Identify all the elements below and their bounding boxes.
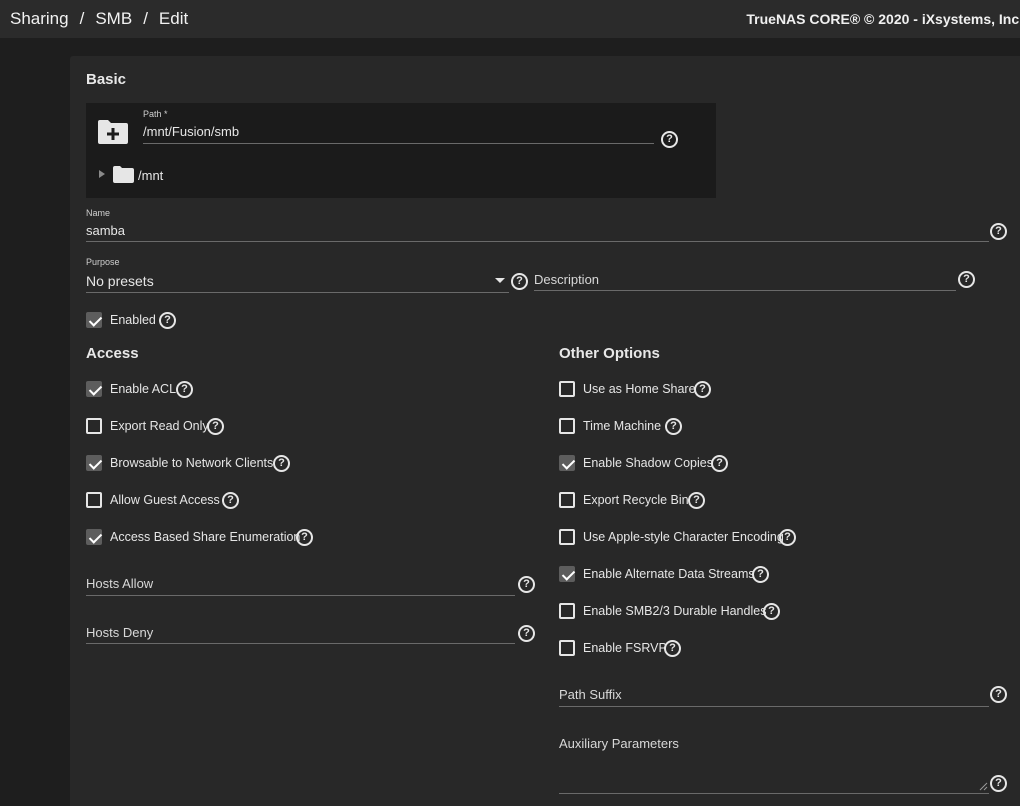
browsable-help-icon[interactable]: ? — [273, 455, 290, 472]
shadow-copies-label[interactable]: Enable Shadow Copies — [583, 456, 713, 470]
alternate-streams-checkbox[interactable] — [559, 566, 575, 582]
shadow-copies-checkbox[interactable] — [559, 455, 575, 471]
time-machine-label[interactable]: Time Machine — [583, 419, 661, 433]
time-machine-checkbox[interactable] — [559, 418, 575, 434]
name-help-icon[interactable]: ? — [990, 223, 1007, 240]
abse-label[interactable]: Access Based Share Enumeration — [110, 530, 300, 544]
browsable-label[interactable]: Browsable to Network Clients — [110, 456, 273, 470]
section-title-other-options: Other Options — [559, 345, 660, 362]
allow-guest-label[interactable]: Allow Guest Access — [110, 493, 220, 507]
path-suffix-input[interactable]: Path Suffix — [559, 687, 622, 702]
hosts-allow-underline — [86, 595, 515, 596]
path-input[interactable]: /mnt/Fusion/smb — [143, 124, 239, 139]
shadow-copies-help-icon[interactable]: ? — [711, 455, 728, 472]
folder-icon — [113, 166, 134, 183]
path-explorer — [86, 103, 716, 198]
apple-encoding-checkbox[interactable] — [559, 529, 575, 545]
hosts-deny-help-icon[interactable]: ? — [518, 625, 535, 642]
tree-node-mnt[interactable]: /mnt — [138, 168, 163, 183]
breadcrumb: Sharing / SMB / Edit — [10, 9, 188, 29]
resize-grip-icon[interactable] — [979, 782, 988, 791]
hosts-deny-input[interactable]: Hosts Deny — [86, 625, 153, 640]
top-bar: Sharing / SMB / Edit TrueNAS CORE® © 2020 - … — [0, 0, 1020, 38]
abse-checkbox[interactable] — [86, 529, 102, 545]
fsrvp-help-icon[interactable]: ? — [664, 640, 681, 657]
export-read-only-checkbox[interactable] — [86, 418, 102, 434]
apple-encoding-help-icon[interactable]: ? — [779, 529, 796, 546]
dropdown-arrow-icon[interactable] — [495, 278, 505, 283]
path-suffix-help-icon[interactable]: ? — [990, 686, 1007, 703]
name-label: Name — [86, 208, 111, 218]
breadcrumb-edit: Edit — [158, 9, 189, 28]
time-machine-help-icon[interactable]: ? — [665, 418, 682, 435]
path-help-icon[interactable]: ? — [661, 131, 678, 148]
folder-add-icon[interactable] — [97, 119, 129, 145]
durable-handles-label[interactable]: Enable SMB2/3 Durable Handles — [583, 604, 766, 618]
name-input[interactable]: samba — [86, 223, 125, 238]
aux-params-help-icon[interactable]: ? — [990, 775, 1007, 792]
hosts-allow-input[interactable]: Hosts Allow — [86, 576, 153, 591]
breadcrumb-separator: / — [79, 9, 85, 28]
hosts-deny-underline — [86, 643, 515, 644]
recycle-bin-checkbox[interactable] — [559, 492, 575, 508]
breadcrumb-smb[interactable]: SMB — [95, 9, 132, 28]
path-suffix-underline — [559, 706, 989, 707]
durable-handles-checkbox[interactable] — [559, 603, 575, 619]
enable-acl-label[interactable]: Enable ACL — [110, 382, 176, 396]
apple-encoding-label[interactable]: Use Apple-style Character Encoding — [583, 530, 784, 544]
breadcrumb-sharing[interactable]: Sharing — [10, 9, 69, 28]
expand-arrow-icon[interactable] — [99, 170, 105, 178]
allow-guest-checkbox[interactable] — [86, 492, 102, 508]
export-read-only-label[interactable]: Export Read Only — [110, 419, 209, 433]
home-share-label[interactable]: Use as Home Share — [583, 382, 696, 396]
description-help-icon[interactable]: ? — [958, 271, 975, 288]
purpose-label: Purpose — [86, 257, 120, 267]
enabled-label[interactable]: Enabled — [110, 313, 156, 327]
hosts-allow-help-icon[interactable]: ? — [518, 576, 535, 593]
purpose-select[interactable]: No presets — [86, 273, 154, 289]
description-input[interactable]: Description — [534, 272, 599, 287]
recycle-bin-help-icon[interactable]: ? — [688, 492, 705, 509]
copyright-text: TrueNAS CORE® © 2020 - iXsystems, Inc. — [746, 11, 1020, 27]
aux-params-underline — [559, 793, 989, 794]
alternate-streams-help-icon[interactable]: ? — [752, 566, 769, 583]
alternate-streams-label[interactable]: Enable Alternate Data Streams — [583, 567, 755, 581]
purpose-underline — [86, 292, 509, 293]
browsable-checkbox[interactable] — [86, 455, 102, 471]
recycle-bin-label[interactable]: Export Recycle Bin — [583, 493, 689, 507]
home-share-checkbox[interactable] — [559, 381, 575, 397]
section-title-basic: Basic — [86, 71, 127, 88]
home-share-help-icon[interactable]: ? — [694, 381, 711, 398]
durable-handles-help-icon[interactable]: ? — [763, 603, 780, 620]
purpose-help-icon[interactable]: ? — [511, 273, 528, 290]
fsrvp-checkbox[interactable] — [559, 640, 575, 656]
allow-guest-help-icon[interactable]: ? — [222, 492, 239, 509]
enable-acl-checkbox[interactable] — [86, 381, 102, 397]
enabled-checkbox[interactable] — [86, 312, 102, 328]
section-title-access: Access — [86, 345, 139, 362]
path-label: Path * — [143, 109, 168, 119]
export-read-only-help-icon[interactable]: ? — [207, 418, 224, 435]
fsrvp-label[interactable]: Enable FSRVP — [583, 641, 667, 655]
path-underline — [143, 143, 654, 144]
name-underline — [86, 241, 989, 242]
enabled-help-icon[interactable]: ? — [159, 312, 176, 329]
aux-params-textarea[interactable]: Auxiliary Parameters — [559, 736, 679, 751]
abse-help-icon[interactable]: ? — [296, 529, 313, 546]
breadcrumb-separator: / — [143, 9, 148, 28]
description-underline — [534, 290, 956, 291]
enable-acl-help-icon[interactable]: ? — [176, 381, 193, 398]
